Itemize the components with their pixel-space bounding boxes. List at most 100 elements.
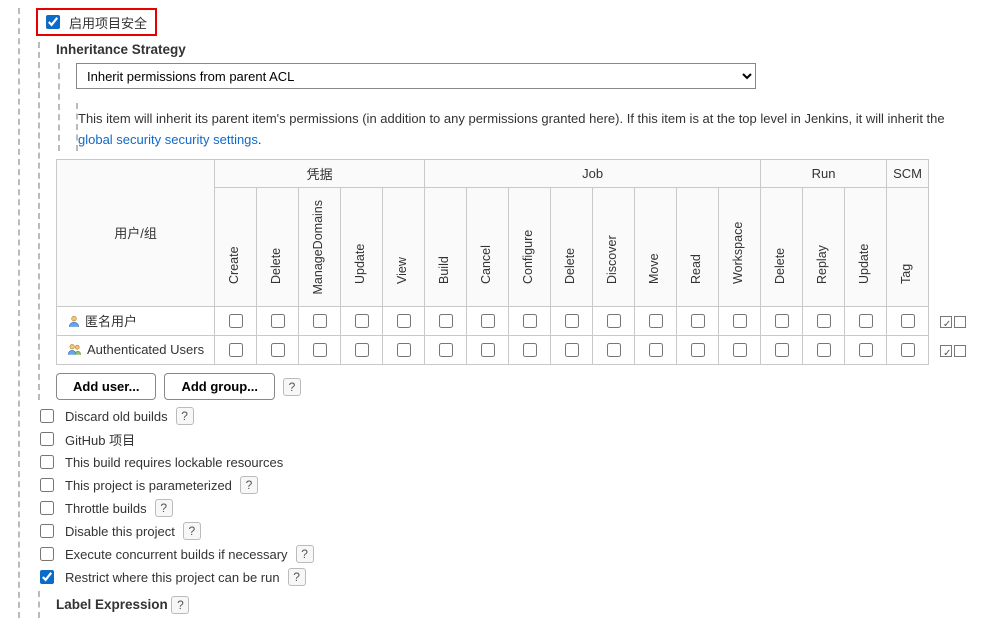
perm-column-header: Update — [347, 202, 373, 292]
perm-checkbox[interactable] — [271, 343, 285, 357]
perm-column-header: Create — [221, 202, 247, 292]
permissions-help-icon[interactable]: ? — [283, 378, 301, 396]
perm-column-header: Update — [851, 202, 877, 292]
perm-column-header: Move — [641, 202, 667, 292]
perm-checkbox[interactable] — [271, 314, 285, 328]
add-user-button[interactable]: Add user... — [56, 373, 156, 400]
perm-checkbox[interactable] — [733, 343, 747, 357]
perm-column-header: Delete — [263, 202, 289, 292]
inheritance-description: This item will inherit its parent item's… — [76, 103, 981, 151]
option-row-lockable: This build requires lockable resources — [36, 452, 981, 472]
perm-column-header: View — [389, 202, 415, 292]
perm-checkbox[interactable] — [607, 343, 621, 357]
option-row-restrict: Restrict where this project can be run? — [36, 567, 981, 587]
perm-column-header: Workspace — [725, 202, 751, 292]
perm-checkbox[interactable] — [397, 343, 411, 357]
perm-checkbox[interactable] — [229, 343, 243, 357]
select-all-icon[interactable] — [940, 316, 952, 328]
option-help-icon[interactable]: ? — [296, 545, 314, 563]
option-checkbox-lockable[interactable] — [40, 455, 54, 469]
perm-checkbox[interactable] — [313, 314, 327, 328]
option-label-param: This project is parameterized — [65, 478, 232, 493]
user-icon — [67, 314, 81, 331]
perm-checkbox[interactable] — [355, 314, 369, 328]
enable-project-security-highlight: 启用项目安全 — [36, 8, 157, 36]
perm-column-header: ManageDomains — [305, 192, 331, 303]
perm-checkbox[interactable] — [565, 314, 579, 328]
option-help-icon[interactable]: ? — [155, 499, 173, 517]
enable-project-security-label: 启用项目安全 — [69, 13, 147, 32]
perm-checkbox[interactable] — [523, 314, 537, 328]
label-expression-help-icon[interactable]: ? — [171, 596, 189, 614]
option-checkbox-throttle[interactable] — [40, 501, 54, 515]
option-checkbox-github[interactable] — [40, 432, 54, 446]
option-row-github: GitHub 项目 — [36, 429, 981, 449]
table-row: 匿名用户 — [57, 307, 978, 336]
perm-checkbox[interactable] — [649, 343, 663, 357]
perm-column-header: Delete — [767, 202, 793, 292]
perm-checkbox[interactable] — [859, 314, 873, 328]
option-row-disable: Disable this project? — [36, 521, 981, 541]
option-help-icon[interactable]: ? — [240, 476, 258, 494]
perm-checkbox[interactable] — [691, 314, 705, 328]
option-checkbox-disable[interactable] — [40, 524, 54, 538]
option-checkbox-discard[interactable] — [40, 409, 54, 423]
option-label-github: GitHub 项目 — [65, 430, 135, 449]
option-row-discard: Discard old builds? — [36, 406, 981, 426]
perm-checkbox[interactable] — [691, 343, 705, 357]
perm-column-header: Delete — [557, 202, 583, 292]
select-all-icon[interactable] — [940, 345, 952, 357]
option-row-param: This project is parameterized? — [36, 475, 981, 495]
option-label-throttle: Throttle builds — [65, 501, 147, 516]
option-checkbox-restrict[interactable] — [40, 570, 54, 584]
perm-checkbox[interactable] — [607, 314, 621, 328]
perm-checkbox[interactable] — [397, 314, 411, 328]
perm-checkbox[interactable] — [481, 314, 495, 328]
perm-column-header: Read — [683, 202, 709, 292]
users-icon — [67, 342, 83, 359]
perm-checkbox[interactable] — [775, 343, 789, 357]
table-row: Authenticated Users — [57, 336, 978, 365]
clear-all-icon[interactable] — [954, 345, 966, 357]
perm-group-header: Run — [761, 159, 887, 187]
perm-checkbox[interactable] — [733, 314, 747, 328]
perm-checkbox[interactable] — [229, 314, 243, 328]
inheritance-strategy-title: Inheritance Strategy — [56, 42, 981, 57]
option-checkbox-concurrent[interactable] — [40, 547, 54, 561]
perm-checkbox[interactable] — [565, 343, 579, 357]
option-label-discard: Discard old builds — [65, 409, 168, 424]
option-label-restrict: Restrict where this project can be run — [65, 570, 280, 585]
perm-checkbox[interactable] — [355, 343, 369, 357]
perm-checkbox[interactable] — [775, 314, 789, 328]
perm-group-header: 凭据 — [215, 159, 425, 187]
option-label-concurrent: Execute concurrent builds if necessary — [65, 547, 288, 562]
perm-column-header: Build — [431, 202, 457, 292]
perm-group-header: SCM — [887, 159, 929, 187]
perm-checkbox[interactable] — [439, 343, 453, 357]
inheritance-strategy-select[interactable]: Inherit permissions from parent ACL — [76, 63, 756, 89]
option-label-disable: Disable this project — [65, 524, 175, 539]
perm-checkbox[interactable] — [901, 343, 915, 357]
enable-project-security-checkbox[interactable] — [46, 15, 60, 29]
clear-all-icon[interactable] — [954, 316, 966, 328]
perm-checkbox[interactable] — [439, 314, 453, 328]
add-group-button[interactable]: Add group... — [164, 373, 275, 400]
perm-column-header: Configure — [515, 202, 541, 292]
perm-checkbox[interactable] — [649, 314, 663, 328]
option-help-icon[interactable]: ? — [288, 568, 306, 586]
perm-column-header: Discover — [599, 202, 625, 292]
option-help-icon[interactable]: ? — [176, 407, 194, 425]
perm-checkbox[interactable] — [817, 343, 831, 357]
perm-checkbox[interactable] — [859, 343, 873, 357]
perm-checkbox[interactable] — [481, 343, 495, 357]
permissions-table: 用户/组 凭据JobRunSCM CreateDeleteManageDomai… — [56, 159, 978, 366]
perm-checkbox[interactable] — [901, 314, 915, 328]
perm-checkbox[interactable] — [313, 343, 327, 357]
option-label-lockable: This build requires lockable resources — [65, 455, 283, 470]
option-checkbox-param[interactable] — [40, 478, 54, 492]
perm-column-header: Cancel — [473, 202, 499, 292]
global-security-settings-link[interactable]: global security security settings — [78, 132, 258, 147]
option-help-icon[interactable]: ? — [183, 522, 201, 540]
perm-checkbox[interactable] — [523, 343, 537, 357]
perm-checkbox[interactable] — [817, 314, 831, 328]
